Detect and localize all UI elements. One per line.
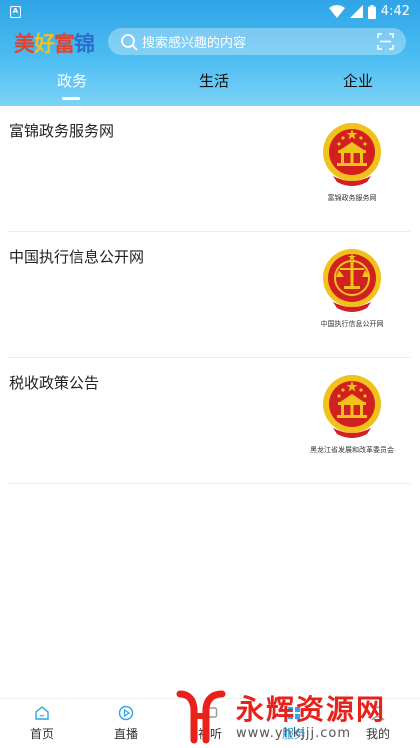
list-item[interactable]: 富锦政务服务网 富锦政务服务网 (8, 106, 410, 232)
item-title: 富锦政务服务网 (9, 122, 115, 140)
app-logo: 美好富锦 (14, 31, 95, 56)
item-title: 中国执行信息公开网 (9, 248, 145, 266)
category-tabs: 政务 生活 企业 (0, 64, 420, 106)
watermark-logo-icon (176, 690, 226, 744)
home-icon (35, 706, 49, 720)
signal-icon (349, 5, 363, 18)
app-header: A 4:42 美好富锦 搜索感兴趣的内容 政务 生活 企业 (0, 0, 420, 106)
tab-government[interactable]: 政务 (57, 70, 87, 91)
status-bar: A 4:42 (0, 0, 420, 24)
nav-label: 直播 (113, 727, 138, 741)
watermark-title: 永辉资源网 (236, 692, 387, 726)
item-thumbnail: 富锦政务服务网 (304, 120, 400, 212)
list-item[interactable]: 税收政策公告 黑龙江省发展和改革委员会 (8, 358, 410, 484)
nav-home[interactable]: 首页 (12, 705, 72, 742)
item-caption: 黑龙江省发展和改革委员会 (310, 446, 394, 454)
search-bar[interactable]: 搜索感兴趣的内容 (108, 28, 406, 55)
item-thumbnail: 中国执行信息公开网 (304, 246, 400, 338)
item-caption: 富锦政务服务网 (327, 194, 377, 202)
watermark-overlay: 永辉资源网 www.yhkjjj.com (172, 686, 412, 748)
national-emblem-icon (323, 375, 381, 438)
item-caption: 中国执行信息公开网 (320, 320, 384, 328)
scan-icon[interactable] (377, 33, 394, 50)
search-icon (121, 33, 138, 50)
list-item[interactable]: 中国执行信息公开网 中国执行信息公开网 (8, 232, 410, 358)
watermark-url: www.yhkjjj.com (236, 725, 352, 741)
item-title: 税收政策公告 (9, 374, 100, 392)
battery-icon (367, 4, 376, 19)
nav-label: 首页 (29, 727, 54, 741)
court-emblem-icon (323, 249, 381, 312)
item-thumbnail: 黑龙江省发展和改革委员会 (304, 372, 400, 464)
active-tab-indicator (62, 97, 80, 100)
wifi-icon (328, 4, 345, 18)
national-emblem-icon (323, 123, 381, 186)
search-placeholder: 搜索感兴趣的内容 (142, 36, 247, 51)
nav-live[interactable]: 直播 (96, 705, 156, 742)
notification-a-icon: A (10, 6, 21, 18)
play-icon (118, 705, 134, 721)
service-list: 富锦政务服务网 富锦政务服务网 中国执行信息公开网 中国执行信息公开网 税收政策… (0, 106, 420, 484)
tab-enterprise[interactable]: 企业 (343, 70, 373, 91)
status-time: 4:42 (380, 4, 410, 19)
tab-life[interactable]: 生活 (199, 70, 229, 91)
